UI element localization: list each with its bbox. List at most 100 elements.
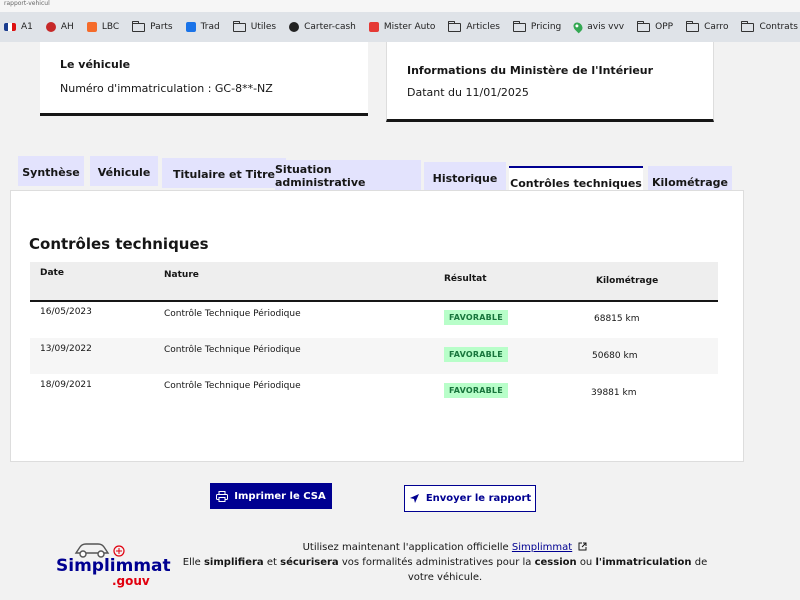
bookmark-trad[interactable]: Trad [185, 22, 220, 32]
promo-bold: cession [534, 557, 577, 568]
bookmark-label: Mister Auto [383, 22, 436, 32]
browser-title-strip: rapport-vehicul [0, 0, 800, 12]
folder-icon [448, 20, 462, 32]
bookmark-carter-cash[interactable]: Carter-cash [289, 22, 356, 32]
vehicle-card-title: Le véhicule [60, 58, 131, 71]
translate-icon [185, 22, 196, 32]
tab-synthese[interactable]: Synthèse [18, 156, 84, 186]
status-badge: FAVORABLE [444, 310, 508, 325]
promo-text: vos formalités administratives pour la [341, 557, 532, 568]
printer-icon [216, 490, 229, 502]
bookmark-label: avis vvv [587, 22, 625, 32]
table-row: 16/05/2023 Contrôle Technique Périodique… [30, 302, 718, 338]
folder-icon [741, 20, 755, 32]
bookmark-lbc[interactable]: LBC [86, 22, 120, 32]
map-pin-icon [571, 20, 585, 34]
promo-bold: l'immatriculation [595, 557, 692, 568]
ministry-card-title: Informations du Ministère de l'Intérieur [407, 64, 654, 77]
folder-icon [232, 20, 246, 32]
bookmark-utiles[interactable]: Utiles [232, 20, 277, 32]
folder-icon [686, 20, 700, 32]
tab-historique[interactable]: Historique [424, 162, 506, 192]
misterauto-icon [368, 22, 379, 32]
promo-bold: sécurisera [280, 557, 339, 568]
column-nature: Nature [164, 270, 199, 280]
data-date: Datant du 11/01/2025 [407, 86, 529, 99]
folder-icon [512, 20, 526, 32]
badge-icon [45, 22, 56, 32]
carter-icon [289, 22, 300, 32]
bookmark-label: AH [60, 22, 74, 32]
bookmark-carro[interactable]: Carro [686, 20, 729, 32]
promo-prefix: Utilisez maintenant l'application offici… [302, 542, 509, 553]
bookmark-label: Carro [704, 22, 729, 32]
bookmark-label: Utiles [250, 22, 277, 32]
bookmark-pricing[interactable]: Pricing [512, 20, 562, 32]
bookmark-label: Carter-cash [304, 22, 356, 32]
cell-mileage: 39881 km [591, 388, 637, 398]
column-result: Résultat [444, 274, 487, 284]
bookmark-opp[interactable]: OPP [637, 20, 674, 32]
promo-text: ou [579, 557, 593, 568]
cell-nature: Contrôle Technique Périodique [164, 309, 301, 319]
table-header: Date Nature Résultat Kilométrage [30, 262, 718, 302]
lbc-icon [86, 22, 97, 32]
bookmark-articles[interactable]: Articles [448, 20, 500, 32]
send-icon [409, 494, 419, 503]
cell-nature: Contrôle Technique Périodique [164, 381, 301, 391]
bookmark-parts[interactable]: Parts [132, 20, 173, 32]
cell-nature: Contrôle Technique Périodique [164, 345, 301, 355]
cell-date: 16/05/2023 [40, 307, 92, 317]
send-report-label: Envoyer le rapport [425, 493, 532, 504]
tab-vehicule[interactable]: Véhicule [90, 156, 158, 186]
promo-line-2: Elle simplifiera et sécurisera vos forma… [180, 555, 710, 570]
bookmark-label: Articles [466, 22, 500, 32]
simplimmat-app-link[interactable]: Simplimmat [512, 542, 572, 553]
promo-text: Elle [182, 557, 201, 568]
bookmark-a1[interactable]: A1 [4, 22, 33, 32]
promo-text: et [266, 557, 277, 568]
column-mileage: Kilométrage [596, 276, 659, 286]
send-report-button[interactable]: Envoyer le rapport [404, 485, 536, 512]
bookmark-label: Parts [150, 22, 173, 32]
bookmark-label: Trad [200, 22, 220, 32]
flag-icon [4, 23, 16, 31]
inspections-title: Contrôles techniques [29, 235, 209, 253]
simplimmat-logo: Simplimmat .gouv [56, 536, 171, 596]
status-badge: FAVORABLE [444, 383, 508, 398]
folder-icon [637, 20, 651, 32]
logo-gouv: .gouv [112, 574, 150, 588]
tab-situation-administrative[interactable]: Situation administrative [275, 160, 421, 190]
tab-bar: Synthèse Véhicule Titulaire et Titre Sit… [18, 154, 738, 198]
app-promo-text: Utilisez maintenant l'application offici… [180, 540, 710, 585]
bookmarks-bar: A1 AH LBC Parts Trad Utiles Carter-cash … [0, 12, 800, 42]
ministry-card: Informations du Ministère de l'Intérieur… [386, 42, 714, 122]
cell-mileage: 68815 km [594, 314, 640, 324]
bookmark-contrats-distance[interactable]: Contrats Distance [741, 20, 800, 32]
promo-line-3: votre véhicule. [407, 572, 483, 583]
bookmark-label: LBC [101, 22, 120, 32]
bookmark-label: Pricing [530, 22, 562, 32]
promo-bold: simplifiera [203, 557, 264, 568]
bookmark-label: A1 [21, 22, 33, 32]
cell-mileage: 50680 km [592, 351, 638, 361]
status-badge: FAVORABLE [444, 347, 508, 362]
table-row: 18/09/2021 Contrôle Technique Périodique… [30, 374, 718, 410]
folder-icon [132, 20, 146, 32]
bookmark-label: OPP [655, 22, 674, 32]
table-row: 13/09/2022 Contrôle Technique Périodique… [30, 338, 718, 374]
bookmark-avis[interactable]: avis vvv [571, 20, 625, 34]
cell-date: 13/09/2022 [40, 344, 92, 354]
external-link-icon [578, 542, 587, 551]
bookmark-ah[interactable]: AH [45, 22, 74, 32]
cell-date: 18/09/2021 [40, 380, 92, 390]
print-csa-label: Imprimer le CSA [234, 490, 326, 502]
promo-text: de [694, 557, 708, 568]
promo-line-1: Utilisez maintenant l'application offici… [180, 540, 710, 555]
bookmark-label: Contrats Distance [759, 22, 800, 32]
plate-number: Numéro d'immatriculation : GC-8**-NZ [60, 82, 273, 95]
tab-titulaire[interactable]: Titulaire et Titre [162, 158, 286, 188]
bookmark-mister-auto[interactable]: Mister Auto [368, 22, 436, 32]
vehicle-card: Le véhicule Numéro d'immatriculation : G… [40, 42, 368, 116]
print-csa-button[interactable]: Imprimer le CSA [210, 483, 332, 509]
